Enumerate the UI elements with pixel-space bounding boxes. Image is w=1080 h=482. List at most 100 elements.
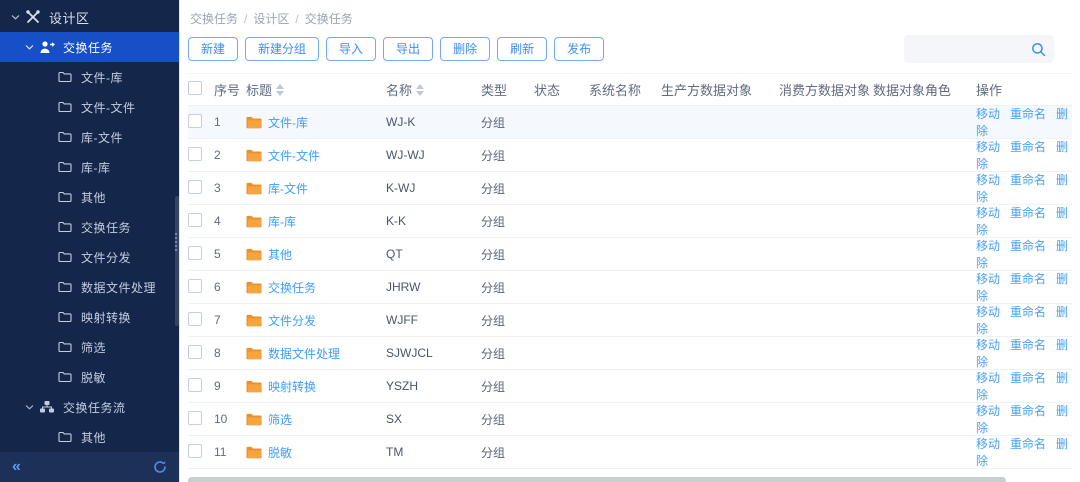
column-header[interactable]: 标题 bbox=[246, 80, 386, 99]
row-checkbox[interactable] bbox=[188, 180, 202, 194]
group-title-link[interactable]: 文件-库 bbox=[268, 114, 308, 131]
sidebar-item-10[interactable]: 数据文件处理 bbox=[0, 272, 179, 302]
row-action-1[interactable]: 移动 bbox=[976, 173, 1000, 187]
row-checkbox[interactable] bbox=[188, 345, 202, 359]
row-action-1[interactable]: 移动 bbox=[976, 404, 1000, 418]
row-actions: 移动重命名删除 bbox=[976, 204, 1072, 238]
toolbar-button-1[interactable]: 新建 bbox=[188, 37, 238, 61]
row-action-1[interactable]: 移动 bbox=[976, 371, 1000, 385]
row-action-1[interactable]: 移动 bbox=[976, 305, 1000, 319]
folder-icon bbox=[246, 413, 262, 426]
sidebar-item-3[interactable]: 文件-库 bbox=[0, 62, 179, 92]
row-action-2[interactable]: 重命名 bbox=[1010, 404, 1046, 418]
breadcrumb-item[interactable]: 设计区 bbox=[253, 12, 289, 26]
row-type: 分组 bbox=[481, 246, 534, 263]
sidebar-resize-handle[interactable] bbox=[175, 233, 177, 251]
row-action-2[interactable]: 重命名 bbox=[1010, 239, 1046, 253]
breadcrumb-separator: / bbox=[295, 12, 298, 26]
group-title-link[interactable]: 数据文件处理 bbox=[268, 345, 340, 362]
toolbar-button-3[interactable]: 导入 bbox=[326, 37, 376, 61]
group-title-link[interactable]: 文件分发 bbox=[268, 312, 316, 329]
row-checkbox[interactable] bbox=[188, 114, 202, 128]
row-checkbox[interactable] bbox=[188, 312, 202, 326]
sidebar-scrollbar[interactable] bbox=[175, 196, 179, 326]
sidebar-item-8[interactable]: 交换任务 bbox=[0, 212, 179, 242]
chevron-down-icon[interactable] bbox=[22, 404, 36, 410]
group-title-link[interactable]: 交换任务 bbox=[268, 279, 316, 296]
toolbar: 新建新建分组导入导出删除刷新发布 bbox=[188, 37, 1072, 61]
row-action-2[interactable]: 重命名 bbox=[1010, 305, 1046, 319]
row-action-2[interactable]: 重命名 bbox=[1010, 371, 1046, 385]
row-checkbox[interactable] bbox=[188, 279, 202, 293]
sort-carets-icon[interactable] bbox=[276, 84, 284, 96]
group-title-link[interactable]: 脱敏 bbox=[268, 444, 292, 461]
row-checkbox[interactable] bbox=[188, 444, 202, 458]
row-action-2[interactable]: 重命名 bbox=[1010, 338, 1046, 352]
sidebar-item-14[interactable]: 交换任务流 bbox=[0, 392, 179, 422]
sidebar-item-label: 交换任务 bbox=[81, 219, 131, 236]
row-action-1[interactable]: 移动 bbox=[976, 140, 1000, 154]
toolbar-button-7[interactable]: 发布 bbox=[554, 37, 604, 61]
chevron-down-icon[interactable] bbox=[22, 44, 36, 50]
sort-carets-icon[interactable] bbox=[416, 84, 424, 96]
row-action-1[interactable]: 移动 bbox=[976, 272, 1000, 286]
group-title-link[interactable]: 库-库 bbox=[268, 213, 296, 230]
group-title-link[interactable]: 文件-文件 bbox=[268, 147, 320, 164]
column-header[interactable]: 名称 bbox=[386, 80, 481, 99]
group-title-link[interactable]: 其他 bbox=[268, 246, 292, 263]
row-action-2[interactable]: 重命名 bbox=[1010, 437, 1046, 451]
row-action-2[interactable]: 重命名 bbox=[1010, 173, 1046, 187]
row-checkbox[interactable] bbox=[188, 411, 202, 425]
row-action-1[interactable]: 移动 bbox=[976, 239, 1000, 253]
row-checkbox[interactable] bbox=[188, 246, 202, 260]
row-checkbox[interactable] bbox=[188, 213, 202, 227]
row-action-2[interactable]: 重命名 bbox=[1010, 206, 1046, 220]
refresh-icon[interactable] bbox=[153, 460, 167, 474]
sidebar-item-13[interactable]: 脱敏 bbox=[0, 362, 179, 392]
sidebar-collapse-icon[interactable]: « bbox=[12, 459, 21, 475]
row-name: WJ-K bbox=[386, 115, 481, 129]
row-action-2[interactable]: 重命名 bbox=[1010, 140, 1046, 154]
sidebar-item-12[interactable]: 筛选 bbox=[0, 332, 179, 362]
select-all-checkbox[interactable] bbox=[188, 81, 202, 95]
sidebar-item-5[interactable]: 库-文件 bbox=[0, 122, 179, 152]
row-checkbox[interactable] bbox=[188, 378, 202, 392]
exchange-task-icon bbox=[39, 39, 55, 55]
group-title-link[interactable]: 库-文件 bbox=[268, 180, 308, 197]
row-action-1[interactable]: 移动 bbox=[976, 107, 1000, 121]
folder-icon bbox=[246, 347, 262, 360]
sidebar-item-9[interactable]: 文件分发 bbox=[0, 242, 179, 272]
toolbar-button-5[interactable]: 删除 bbox=[440, 37, 490, 61]
sidebar-item-2[interactable]: 交换任务 bbox=[0, 32, 179, 62]
sidebar-tree: 设计区交换任务文件-库文件-文件库-文件库-库其他交换任务文件分发数据文件处理映… bbox=[0, 0, 179, 452]
search-icon[interactable] bbox=[1031, 42, 1046, 57]
toolbar-button-2[interactable]: 新建分组 bbox=[245, 37, 319, 61]
row-action-1[interactable]: 移动 bbox=[976, 437, 1000, 451]
sidebar-item-1[interactable]: 设计区 bbox=[0, 2, 179, 32]
group-title-link[interactable]: 筛选 bbox=[268, 411, 292, 428]
row-action-2[interactable]: 重命名 bbox=[1010, 107, 1046, 121]
row-actions: 移动重命名删除 bbox=[976, 402, 1072, 436]
row-type: 分组 bbox=[481, 444, 534, 461]
horizontal-scrollbar-thumb[interactable] bbox=[188, 477, 1006, 482]
row-action-2[interactable]: 重命名 bbox=[1010, 272, 1046, 286]
sidebar-item-7[interactable]: 其他 bbox=[0, 182, 179, 212]
breadcrumb-item[interactable]: 交换任务 bbox=[305, 12, 353, 26]
sidebar-item-4[interactable]: 文件-文件 bbox=[0, 92, 179, 122]
toolbar-button-4[interactable]: 导出 bbox=[383, 37, 433, 61]
toolbar-button-6[interactable]: 刷新 bbox=[497, 37, 547, 61]
sidebar-item-11[interactable]: 映射转换 bbox=[0, 302, 179, 332]
folder-icon bbox=[57, 69, 73, 85]
sidebar-item-6[interactable]: 库-库 bbox=[0, 152, 179, 182]
breadcrumb-item[interactable]: 交换任务 bbox=[190, 12, 238, 26]
chevron-down-icon[interactable] bbox=[8, 14, 22, 20]
sidebar-item-15[interactable]: 其他 bbox=[0, 422, 179, 452]
row-action-1[interactable]: 移动 bbox=[976, 206, 1000, 220]
table-row: 8数据文件处理SJWJCL分组移动重命名删除 bbox=[188, 337, 1072, 370]
row-checkbox[interactable] bbox=[188, 147, 202, 161]
group-title-link[interactable]: 映射转换 bbox=[268, 378, 316, 395]
search-input[interactable] bbox=[868, 42, 1031, 56]
row-index: 10 bbox=[214, 412, 246, 426]
row-action-1[interactable]: 移动 bbox=[976, 338, 1000, 352]
row-index: 11 bbox=[214, 445, 246, 459]
